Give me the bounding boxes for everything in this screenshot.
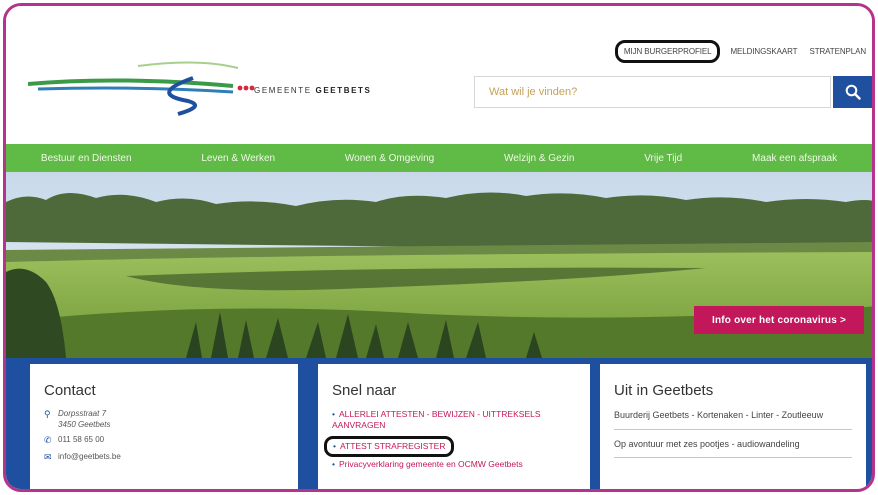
nav-item-leven-werken[interactable]: Leven & Werken (166, 153, 310, 164)
main-nav: Bestuur en Diensten Leven & Werken Wonen… (6, 144, 872, 172)
logo-text-geetbets: GEETBETS (315, 86, 372, 95)
nav-item-vrije-tijd[interactable]: Vrije Tijd (609, 153, 717, 164)
contact-phone-row: ✆ 011 58 65 00 (44, 435, 284, 446)
toplink-meldingskaart[interactable]: MELDINGSKAART (724, 47, 803, 56)
toplink-mijn-burgerprofiel[interactable]: MIJN BURGERPROFIEL (614, 39, 721, 63)
quick-link-strafregister[interactable]: • ATTEST STRAFREGISTER (324, 436, 455, 457)
logo-text-gemeente: GEMEENTE (254, 86, 312, 95)
search-box (474, 76, 831, 108)
phone-icon: ✆ (44, 435, 52, 445)
bullet-icon: • (333, 441, 336, 452)
site-header: GEMEENTE GEETBETS MIJN BURGERPROFIEL MEL… (6, 6, 872, 141)
quick-link-attesten[interactable]: • ALLERLEI ATTESTEN - BEWIJZEN - UITTREKS… (332, 409, 576, 430)
nav-item-bestuur[interactable]: Bestuur en Diensten (6, 153, 166, 164)
contact-city: 3450 Geetbets (58, 420, 111, 429)
nav-item-afspraak[interactable]: Maak een afspraak (717, 153, 872, 164)
contact-title: Contact (44, 382, 96, 399)
corona-info-button[interactable]: Info over het coronavirus > (694, 306, 864, 334)
uit-item-buurderij[interactable]: Buurderij Geetbets - Kortenaken - Linter… (614, 409, 852, 430)
quick-link-attesten-label: ALLERLEI ATTESTEN - BEWIJZEN - UITTREKSE… (338, 409, 541, 419)
map-pin-icon: ⚲ (44, 409, 51, 419)
top-links: MIJN BURGERPROFIEL MELDINGSKAART STRATEN… (614, 39, 872, 63)
uit-item-avontuur[interactable]: Op avontuur met zes pootjes - audiowande… (614, 438, 852, 458)
nav-item-wonen-omgeving[interactable]: Wonen & Omgeving (310, 153, 469, 164)
search-input[interactable] (475, 77, 830, 107)
contact-panel: Contact ⚲ Dorpsstraat 7 3450 Geetbets ✆ … (30, 364, 298, 489)
search-button[interactable] (833, 76, 872, 108)
logo-wordmark: GEMEENTE GEETBETS (254, 86, 371, 95)
uit-title: Uit in Geetbets (614, 382, 714, 399)
search-icon (845, 84, 861, 100)
contact-address: ⚲ Dorpsstraat 7 3450 Geetbets (44, 409, 284, 429)
hero-banner: Info over het coronavirus > (6, 172, 872, 358)
bullet-icon: • (332, 409, 335, 419)
quick-links-title: Snel naar (332, 382, 397, 399)
browser-frame: GEMEENTE GEETBETS MIJN BURGERPROFIEL MEL… (3, 3, 875, 492)
contact-email[interactable]: info@geetbets.be (58, 452, 121, 461)
quick-link-privacy-label: Privacyverklaring gemeente en OCMW Geetb… (338, 458, 523, 469)
nav-item-welzijn-gezin[interactable]: Welzijn & Gezin (469, 153, 609, 164)
toplink-stratenplan[interactable]: STRATENPLAN (803, 47, 872, 56)
uit-panel: Uit in Geetbets Buurderij Geetbets - Kor… (600, 364, 866, 489)
quick-link-privacy[interactable]: • Privacyverklaring gemeente en OCMW Geet… (332, 459, 576, 470)
contact-phone[interactable]: 011 58 65 00 (58, 435, 104, 444)
bullet-icon: • (332, 458, 335, 469)
contact-street: Dorpsstraat 7 (58, 409, 107, 418)
envelope-icon: ✉ (44, 452, 52, 462)
quick-link-strafregister-label: ATTEST STRAFREGISTER (339, 441, 446, 452)
quick-link-aanvragen-label: AANVRAGEN (332, 419, 386, 430)
quick-links-panel: Snel naar • ALLERLEI ATTESTEN - BEWIJZEN … (318, 364, 590, 489)
contact-email-row: ✉ info@geetbets.be (44, 452, 284, 463)
